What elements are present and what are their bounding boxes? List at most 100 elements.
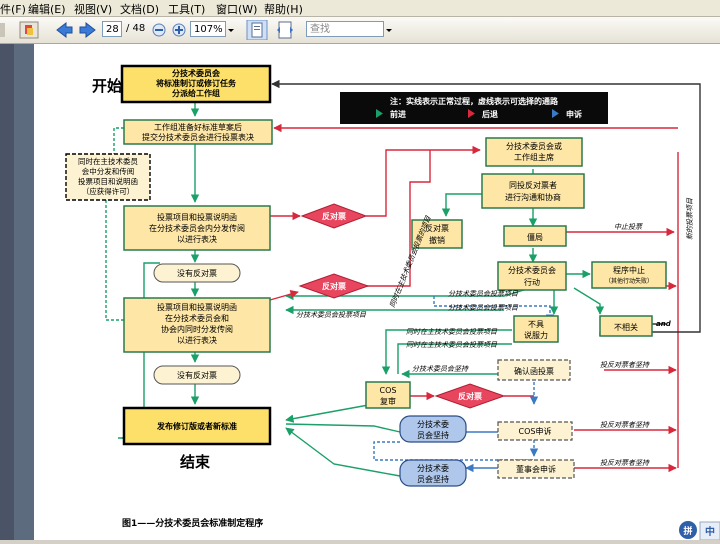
zoom-out-icon[interactable] <box>150 20 168 40</box>
page-number-input[interactable]: 28 <box>102 21 122 37</box>
svg-text:以进行表决: 以进行表决 <box>177 335 217 345</box>
diamond-negative-vote-1: 反对票 <box>300 203 368 229</box>
zoom-dropdown-icon[interactable] <box>226 20 236 40</box>
svg-text:进行沟通和协商: 进行沟通和协商 <box>505 192 561 202</box>
node-no-negative-1: 没有反对票 <box>153 263 241 283</box>
svg-text:中: 中 <box>705 525 715 538</box>
node-chair: 分技术委员会或 工作组主席 <box>485 137 583 167</box>
svg-text:分技术委: 分技术委 <box>417 463 449 473</box>
reject-line <box>366 150 431 287</box>
svg-text:将标准制订或修订任务: 将标准制订或修订任务 <box>156 78 237 88</box>
svg-text:董事会申诉: 董事会申诉 <box>516 464 556 474</box>
svg-text:同投反对票者: 同投反对票者 <box>509 180 557 190</box>
svg-text:投票项目和投票说明函: 投票项目和投票说明函 <box>157 212 237 222</box>
document-viewport: 开始 结束 分技术委员会 将标准制订或修订任务 分派给工作组 注：实线表示正常过… <box>0 44 720 541</box>
node-subcommittee-ballot: 投票项目和投票说明函 在分技术委员会内分发传阅 以进行表决 <box>123 205 271 251</box>
label-parent-ballot-1: 同时在主技术委员会投票项目 <box>406 328 498 336</box>
svg-text:反对票: 反对票 <box>322 281 346 291</box>
figure-caption: 图1——分技术委员会标准制定程序 <box>122 517 263 529</box>
end-label: 结束 <box>180 453 211 471</box>
node-no-negative-2: 没有反对票 <box>153 365 241 385</box>
search-dropdown-icon[interactable] <box>384 20 394 40</box>
svg-text:拼: 拼 <box>683 525 692 537</box>
svg-text:撤销: 撤销 <box>429 235 445 245</box>
svg-text:没有反对票: 没有反对票 <box>177 370 217 380</box>
svg-text:反对票: 反对票 <box>458 391 482 401</box>
node-parent-committee-circulate: 同时在主技术委员 会中分发和传阅 投票项目和说明函 （应获得许可） <box>65 153 151 201</box>
menu-view[interactable]: 视图(V) <box>74 1 112 17</box>
svg-text:分派给工作组: 分派给工作组 <box>172 88 220 98</box>
label-sc-ballot-1: 分技术委员会投票项目 <box>296 311 367 319</box>
svg-text:员会坚持: 员会坚持 <box>417 430 449 440</box>
svg-text:（其他行动失败）: （其他行动失败） <box>605 277 653 285</box>
ime-indicator-icon[interactable]: 拼 中 <box>679 521 720 541</box>
node-assign-task: 分技术委员会 将标准制订或修订任务 分派给工作组 <box>120 64 272 104</box>
node-not-related: 不相关 <box>599 315 653 337</box>
page-total: / 48 <box>126 23 146 34</box>
node-not-persuasive: 不具 说服力 <box>513 315 559 343</box>
legend-box: 注：实线表示正常过程，虚线表示可选择的通路 前进 后退 申诉 <box>340 92 608 124</box>
zoom-level-select[interactable]: 107% <box>190 21 226 37</box>
previous-page-icon[interactable] <box>54 20 74 40</box>
svg-text:程序中止: 程序中止 <box>613 265 645 275</box>
node-subcommittee-action: 分技术委员会 行动 <box>497 261 567 291</box>
label-and: and <box>656 320 672 328</box>
node-subcommittee-insists-2: 分技术委 员会坚持 <box>399 459 467 487</box>
node-draft-submitted: 工作组准备好标准草案后 提交分技术委员会进行投票表决 <box>123 119 273 145</box>
label-terminate-ballot: 中止投票 <box>614 223 643 231</box>
legend-appeal: 申诉 <box>566 109 582 119</box>
svg-text:会中分发和传阅: 会中分发和传阅 <box>82 166 135 176</box>
svg-text:不相关: 不相关 <box>614 322 638 332</box>
svg-text:没有反对票: 没有反对票 <box>177 268 217 278</box>
svg-text:不具: 不具 <box>528 320 544 329</box>
menu-file[interactable]: 件(F) <box>0 1 26 17</box>
menu-help[interactable]: 帮助(H) <box>264 1 303 17</box>
search-input[interactable]: 查找 <box>306 21 384 37</box>
diamond-negative-vote-2: 反对票 <box>298 273 370 299</box>
appeal-line <box>373 441 534 461</box>
hand-tool-icon[interactable] <box>18 20 40 40</box>
legend-forward: 前进 <box>390 109 406 119</box>
svg-text:复审: 复审 <box>380 396 396 406</box>
edge-icon <box>0 23 5 37</box>
svg-text:同时在主技术委员: 同时在主技术委员 <box>78 156 138 166</box>
zoom-in-icon[interactable] <box>170 20 188 40</box>
next-page-icon[interactable] <box>78 20 98 40</box>
svg-text:以进行表决: 以进行表决 <box>177 234 217 244</box>
flow-line <box>285 423 401 433</box>
svg-text:行动: 行动 <box>524 277 540 287</box>
menu-document[interactable]: 文档(D) <box>120 1 159 17</box>
fit-width-icon[interactable] <box>274 20 296 40</box>
svg-text:在分技术委员会和: 在分技术委员会和 <box>165 313 229 323</box>
label-new-ballot: 新的投票项目 <box>686 197 694 240</box>
svg-text:僵局: 僵局 <box>527 232 543 242</box>
reject-arrow <box>366 145 481 217</box>
menu-edit[interactable]: 编辑(E) <box>28 1 66 17</box>
pdf-page: 开始 结束 分技术委员会 将标准制订或修订任务 分派给工作组 注：实线表示正常过… <box>34 44 720 541</box>
flow-arrow <box>573 287 605 315</box>
legend-back: 后退 <box>482 109 498 119</box>
flow-arrow <box>285 427 401 477</box>
node-subcommittee-insists-1: 分技术委 员会坚持 <box>399 415 467 443</box>
svg-text:在分技术委员会内分发传阅: 在分技术委员会内分发传阅 <box>149 223 245 233</box>
toolbar: 28 / 48 107% 查找 <box>0 17 720 44</box>
start-label: 开始 <box>92 77 122 95</box>
svg-text:提交分技术委员会进行投票表决: 提交分技术委员会进行投票表决 <box>142 132 254 142</box>
svg-text:COS申诉: COS申诉 <box>519 426 552 436</box>
svg-text:（应获得许可）: （应获得许可） <box>82 186 135 196</box>
label-parent-ballot-2: 同时在主技术委员会投票项目 <box>406 341 498 349</box>
node-publish-standard: 发布修订版或者新标准 <box>122 406 272 446</box>
menu-tools[interactable]: 工具(T) <box>168 1 205 17</box>
node-cos-review: COS 复审 <box>365 381 411 409</box>
legend-title: 注：实线表示正常过程，虚线表示可选择的通路 <box>390 96 559 106</box>
node-impasse: 僵局 <box>503 225 567 247</box>
menu-bar: 件(F) 编辑(E) 视图(V) 文档(D) 工具(T) 窗口(W) 帮助(H) <box>0 0 720 17</box>
menu-window[interactable]: 窗口(W) <box>216 1 257 17</box>
fit-page-icon[interactable] <box>246 20 268 40</box>
left-scroll-strip[interactable] <box>0 44 14 540</box>
node-concurrent-ballot: 投票项目和投票说明函 在分技术委员会和 协会内同时分发传阅 以进行表决 <box>123 297 271 353</box>
flowchart-diagram: 开始 结束 分技术委员会 将标准制订或修订任务 分派给工作组 注：实线表示正常过… <box>65 64 720 541</box>
svg-text:工作组准备好标准草案后: 工作组准备好标准草案后 <box>154 122 242 132</box>
svg-text:发布修订版或者新标准: 发布修订版或者新标准 <box>156 421 237 431</box>
label-sc-ballot-3: 分技术委员会投票项目 <box>448 304 519 312</box>
